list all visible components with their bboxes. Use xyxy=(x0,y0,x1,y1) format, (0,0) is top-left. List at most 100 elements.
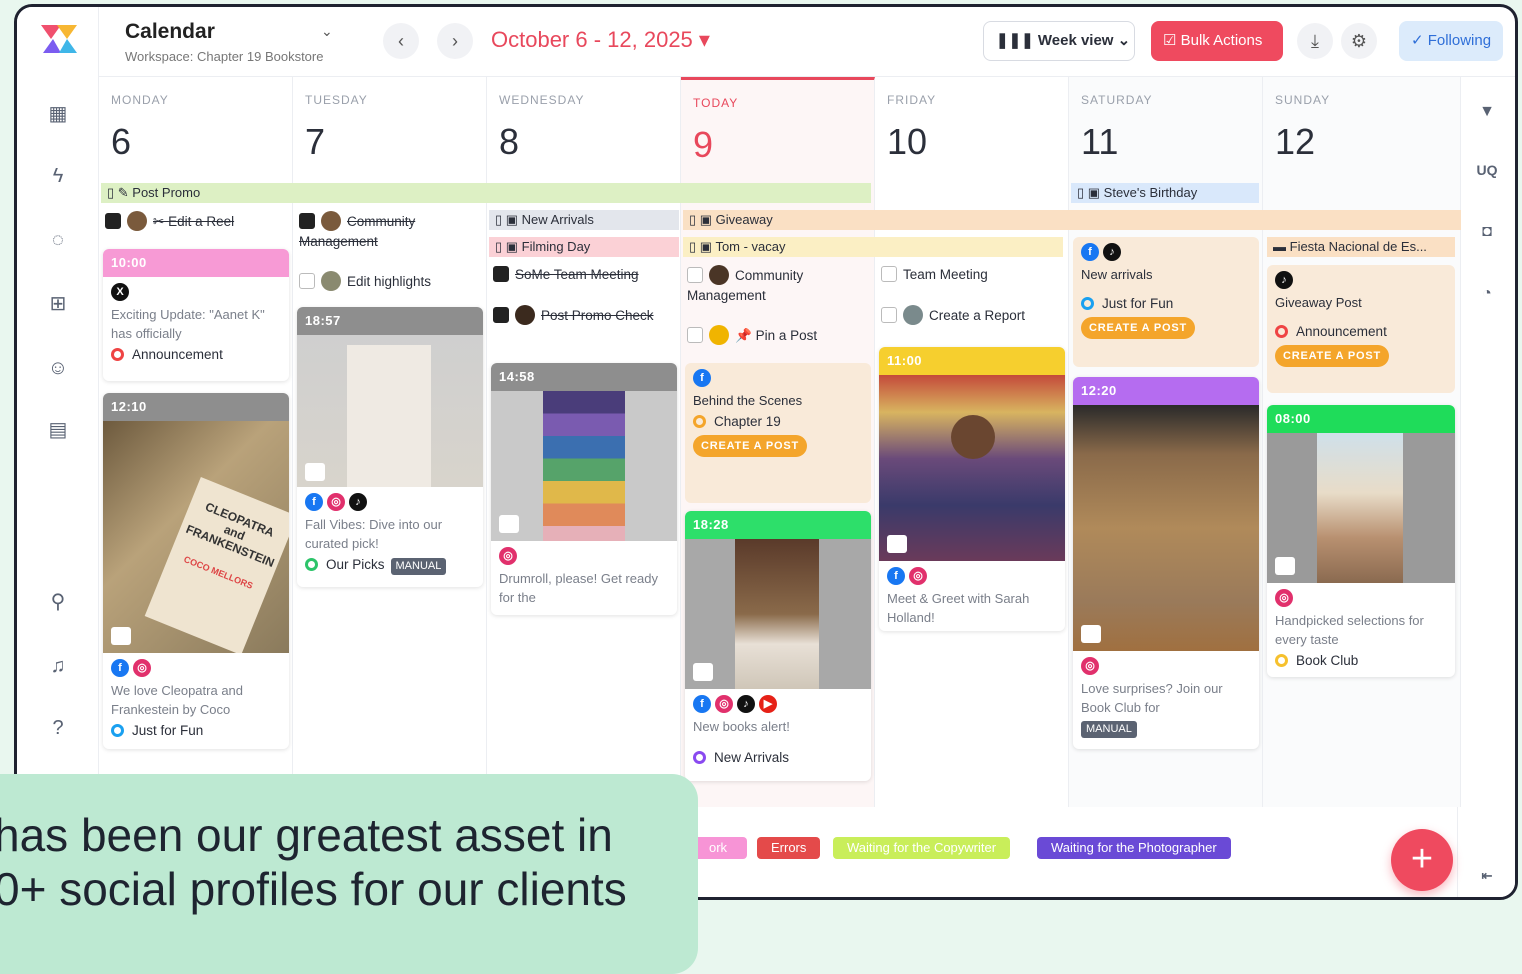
social-icons: ◎ xyxy=(1267,583,1455,607)
clock-icon[interactable]: ◔ xyxy=(1474,281,1500,307)
post-card[interactable]: 12:20 ◎ Love surprises? Join our Book Cl… xyxy=(1073,377,1259,749)
next-week-button[interactable]: › xyxy=(437,23,473,59)
gear-icon[interactable]: ⚙ xyxy=(1341,23,1377,59)
legend-copywriter[interactable]: Waiting for the Copywriter xyxy=(833,837,1011,859)
checkbox[interactable] xyxy=(881,266,897,282)
post-text: Exciting Update: "Aanet K" has officiall… xyxy=(111,307,265,341)
social-icons: f ◎ ♪ ▶ xyxy=(685,689,871,713)
post-card[interactable]: 11:00 f ◎ Meet & Greet with Sarah Holland… xyxy=(879,347,1065,631)
event-bar-fiesta[interactable]: ▬ Fiesta Nacional de Es... xyxy=(1267,237,1455,257)
post-time: 12:10 xyxy=(103,393,289,421)
checkbox[interactable] xyxy=(687,327,703,343)
collapse-icon[interactable]: ⇤ xyxy=(1474,863,1500,889)
event-bar-post-promo[interactable]: ▯ ✎ Post Promo xyxy=(101,183,871,203)
create-post-button[interactable]: CREATE A POST xyxy=(1275,345,1389,367)
legend-errors[interactable]: Errors xyxy=(757,837,821,859)
social-icons: f ♪ xyxy=(1073,237,1259,261)
post-time: 11:00 xyxy=(879,347,1065,375)
search-icon[interactable]: ⚲ xyxy=(45,589,71,615)
task-label: Team Meeting xyxy=(903,267,988,282)
post-card[interactable]: 18:57 f ◎ ♪ Fall Vibes: Dive into our cura… xyxy=(297,307,483,587)
post-category: New Arrivals xyxy=(685,736,871,773)
category-dot xyxy=(693,415,706,428)
task-create-report[interactable]: Create a Report xyxy=(881,305,1025,326)
task-team-meeting[interactable]: Team Meeting xyxy=(881,265,988,285)
app-frame: ▦ ϟ ◌ ⊞ ☺ ▤ ⚲ ♫ ? Calendar Workspace: Ch… xyxy=(14,4,1518,900)
following-button[interactable]: ✓ Following xyxy=(1399,21,1503,61)
post-text: Giveaway Post xyxy=(1275,295,1362,310)
post-text: Behind the Scenes xyxy=(693,393,803,408)
task-edit-highlights[interactable]: Edit highlights xyxy=(299,271,431,292)
task-community-management-done[interactable]: Community Management xyxy=(299,211,479,252)
avatar xyxy=(321,271,341,291)
document-icon[interactable]: ▤ xyxy=(45,417,71,443)
week-grid: MONDAY 6 TUESDAY 7 WEDNESDAY 8 TODAY 9 FRIDA… xyxy=(99,77,1461,807)
task-community-management[interactable]: Community Management xyxy=(687,265,867,306)
event-bar-filming-day[interactable]: ▯ ▣ Filming Day xyxy=(489,237,679,257)
page-title[interactable]: Calendar xyxy=(125,20,215,44)
task-pin-post[interactable]: 📌 Pin a Post xyxy=(687,325,817,346)
task-some-meeting[interactable]: SoMe Team Meeting xyxy=(493,265,639,285)
logo-icon[interactable] xyxy=(39,23,79,55)
task-label: Edit highlights xyxy=(347,274,432,289)
event-bar-tom-vacay[interactable]: ▯ ▣ Tom - vacay xyxy=(683,237,1063,257)
create-post-button[interactable]: CREATE A POST xyxy=(1081,317,1195,339)
apps-add-icon[interactable]: ⊞ xyxy=(45,291,71,317)
task-label: Create a Report xyxy=(929,308,1026,323)
post-card[interactable]: f Behind the Scenes Chapter 19 CREATE A … xyxy=(685,363,871,503)
view-select[interactable]: ❚❚❚ Week view ⌄ xyxy=(983,21,1135,61)
youtube-icon: ▶ xyxy=(759,695,777,713)
day-number: 10 xyxy=(887,121,928,162)
prev-week-button[interactable]: ‹ xyxy=(383,23,419,59)
post-card[interactable]: f ♪ New arrivals Just for Fun CREATE A PO… xyxy=(1073,237,1259,367)
post-image xyxy=(1073,405,1259,651)
day-name: MONDAY xyxy=(111,93,169,107)
top-bar: Calendar Workspace: Chapter 19 Bookstore… xyxy=(99,7,1515,77)
add-post-button[interactable]: + xyxy=(1391,829,1453,891)
checkbox[interactable] xyxy=(105,213,121,229)
post-card[interactable]: ♪ Giveaway Post Announcement CREATE A PO… xyxy=(1267,265,1455,393)
event-bar-giveaway[interactable]: ▯ ▣ Giveaway xyxy=(683,210,1461,230)
checkbox[interactable] xyxy=(881,307,897,323)
create-post-button[interactable]: CREATE A POST xyxy=(693,435,807,457)
task-post-promo-check[interactable]: Post Promo Check xyxy=(493,305,673,326)
video-type-icon xyxy=(1275,557,1295,575)
social-icons: f ◎ xyxy=(879,561,1065,585)
category-label: New Arrivals xyxy=(714,750,790,765)
checkbox[interactable] xyxy=(299,213,315,229)
checkbox[interactable] xyxy=(687,267,703,283)
category-dot xyxy=(693,751,706,764)
image-type-icon xyxy=(887,535,907,553)
post-card[interactable]: 14:58 ◎ Drumroll, please! Get ready for … xyxy=(491,363,677,615)
event-bar-steves-birthday[interactable]: ▯ ▣ Steve's Birthday xyxy=(1071,183,1259,203)
checkbox[interactable] xyxy=(299,273,315,289)
post-card[interactable]: 18:28 f ◎ ♪ ▶ New books alert! New Arrivals xyxy=(685,511,871,781)
task-edit-reel[interactable]: ✂ Edit a Reel xyxy=(105,211,234,232)
instagram-icon: ◎ xyxy=(327,493,345,511)
date-range-picker[interactable]: October 6 - 12, 2025 ▾ xyxy=(491,27,710,53)
legend-photographer[interactable]: Waiting for the Photographer xyxy=(1037,837,1231,859)
task-label: Community Management xyxy=(687,268,804,303)
chevron-down-icon[interactable]: ⌄ xyxy=(321,23,333,40)
day-name: FRIDAY xyxy=(887,93,937,107)
event-bar-new-arrivals[interactable]: ▯ ▣ New Arrivals xyxy=(489,210,679,230)
event-label: Fiesta Nacional de Es... xyxy=(1289,239,1427,254)
post-card[interactable]: 12:10 CLEOPATRA and FRANKENSTEIN COCO MEL… xyxy=(103,393,289,749)
bulk-actions-button[interactable]: ☑ Bulk Actions xyxy=(1151,21,1283,61)
dashboard-icon[interactable]: ▦ xyxy=(45,101,71,127)
help-icon[interactable]: ? xyxy=(45,715,71,741)
checkbox[interactable] xyxy=(493,266,509,282)
download-icon[interactable]: ⤓ xyxy=(1297,23,1333,59)
legend-work[interactable]: ork xyxy=(691,837,747,859)
post-card[interactable]: 08:00 ◎ Handpicked selections for every … xyxy=(1267,405,1455,677)
instagram-icon[interactable]: ◘ xyxy=(1474,219,1500,245)
uq-button[interactable]: UQ xyxy=(1474,157,1500,183)
bell-icon[interactable]: ♫ xyxy=(45,653,71,679)
lightning-icon[interactable]: ϟ xyxy=(45,163,71,189)
chat-icon[interactable]: ◌ xyxy=(45,227,71,253)
right-sidebar: ▼ UQ ◘ ◔ ⇤ xyxy=(1457,77,1515,897)
filter-icon[interactable]: ▼ xyxy=(1474,99,1500,125)
emoji-icon[interactable]: ☺ xyxy=(45,355,71,381)
checkbox[interactable] xyxy=(493,307,509,323)
post-card[interactable]: 10:00 X Exciting Update: "Aanet K" has o… xyxy=(103,249,289,381)
